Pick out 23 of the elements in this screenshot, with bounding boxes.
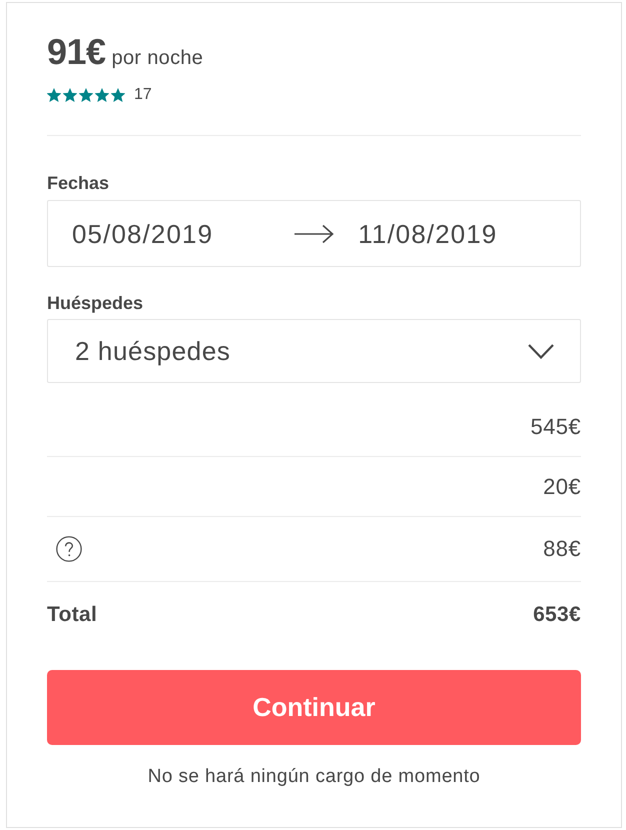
star-icon (111, 88, 125, 102)
per-night-label: por noche (112, 46, 204, 70)
review-count: 17 (134, 85, 152, 105)
question-mark-icon[interactable] (56, 536, 82, 562)
star-icon (63, 88, 77, 102)
price-amount: 20€ (543, 475, 581, 499)
star-icon (79, 88, 93, 102)
total-label: Total (47, 603, 98, 627)
no-charge-note: No se hará ningún cargo de momento (146, 766, 482, 788)
check-out-date[interactable]: 11/08/2019 (358, 218, 498, 250)
guests-label: Huéspedes (47, 293, 144, 313)
total-amount: 653€ (533, 603, 581, 627)
price-amount: 88€ (543, 537, 581, 561)
chevron-down-icon (528, 344, 554, 358)
guests-select[interactable]: 2 huéspedes (47, 319, 581, 383)
arrow-right-icon (294, 224, 334, 244)
star-icon (95, 88, 109, 102)
date-range-field[interactable]: 05/08/2019 11/08/2019 (47, 200, 581, 267)
nightly-price: 91€ (47, 32, 106, 72)
price-amount: 545€ (530, 415, 581, 439)
star-icon (47, 88, 61, 102)
check-in-date[interactable]: 05/08/2019 (72, 218, 214, 250)
dates-label: Fechas (47, 173, 110, 193)
